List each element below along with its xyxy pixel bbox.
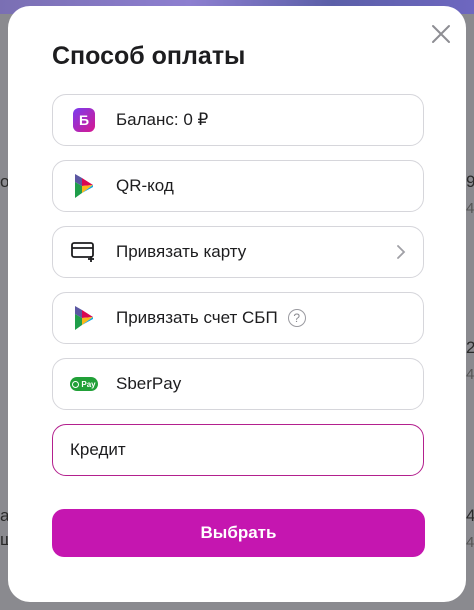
option-label: QR-код <box>116 176 174 195</box>
modal-title: Способ оплаты <box>52 42 246 70</box>
background-text: 9 <box>466 172 474 191</box>
balance-icon: Б <box>70 106 98 134</box>
background-text: 2 <box>466 338 474 357</box>
sberpay-icon: Pay <box>70 370 98 398</box>
chevron-right-icon <box>397 245 406 259</box>
help-icon[interactable]: ? <box>287 309 306 327</box>
background-text: 4 <box>466 506 474 525</box>
option-balance[interactable]: Б Баланс: 0 ₽ <box>52 94 424 146</box>
card-add-icon <box>70 238 98 266</box>
sbp-icon <box>70 304 98 332</box>
option-label: Кредит <box>70 440 126 459</box>
option-credit[interactable]: Кредит <box>52 424 424 476</box>
option-label: SberPay <box>116 374 182 393</box>
choose-button[interactable]: Выбрать <box>52 509 425 557</box>
option-link-card[interactable]: Привязать карту <box>52 226 424 278</box>
close-button[interactable] <box>430 23 452 45</box>
close-icon <box>432 25 450 43</box>
background-text: 4 <box>466 534 474 551</box>
payment-method-modal: Способ оплаты Б Баланс: 0 ₽ QR-код Привя… <box>8 6 466 602</box>
option-label: Баланс: 0 ₽ <box>116 110 209 129</box>
option-link-sbp-account[interactable]: Привязать счет СБП ? <box>52 292 424 344</box>
option-sberpay[interactable]: Pay SberPay <box>52 358 424 410</box>
option-label: Привязать карту <box>116 242 247 261</box>
background-text: 4 <box>466 200 474 217</box>
background-text: 4 <box>466 366 474 383</box>
option-label: Привязать счет СБП <box>116 308 278 327</box>
sbp-icon <box>70 172 98 200</box>
option-qr-code[interactable]: QR-код <box>52 160 424 212</box>
